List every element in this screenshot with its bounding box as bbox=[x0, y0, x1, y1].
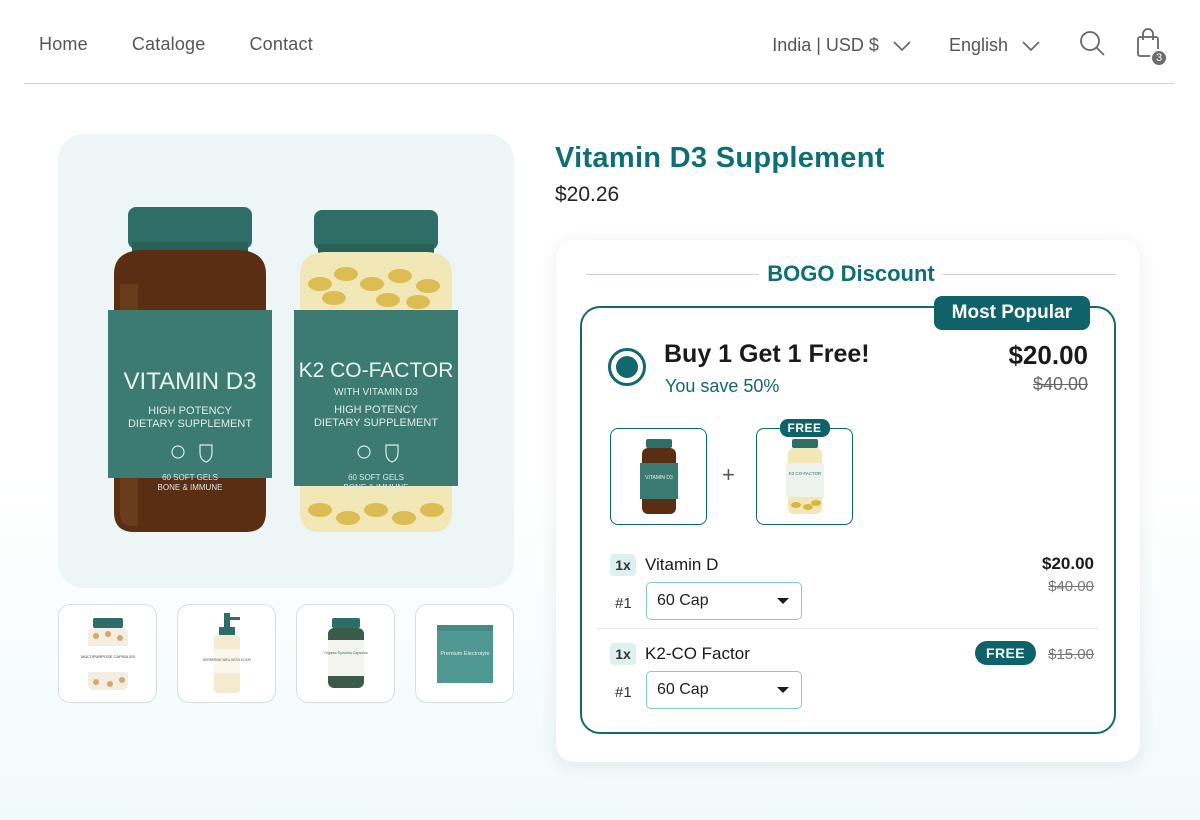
jar2-foot2: BONE & IMMUNE bbox=[344, 483, 409, 492]
variant-select[interactable]: 60 Cap bbox=[646, 671, 802, 709]
item-divider bbox=[596, 628, 1098, 629]
item-compare-price: $15.00 bbox=[1048, 646, 1094, 663]
cart-button[interactable]: 3 bbox=[1136, 27, 1168, 67]
nav-link-cataloge[interactable]: Cataloge bbox=[132, 34, 206, 55]
variant-value: 60 Cap bbox=[657, 592, 709, 609]
quantity-badge: 1x bbox=[610, 643, 636, 665]
bogo-discount-card: BOGO Discount Most Popular Buy 1 Get 1 F… bbox=[556, 240, 1140, 762]
k2-cofactor-jar: K2 CO-FACTOR WITH VITAMIN D3 HIGH POTENC… bbox=[294, 210, 458, 532]
main-nav: Home Cataloge Contact bbox=[39, 34, 357, 55]
offer-compare-price: $40.00 bbox=[1032, 374, 1088, 394]
jar1-foot1: 60 SOFT GELS bbox=[162, 473, 218, 482]
item-compare-price: $40.00 bbox=[1048, 578, 1094, 595]
product-price: $20.26 bbox=[555, 183, 620, 206]
bogo-heading-row: BOGO Discount bbox=[586, 260, 1117, 288]
bundle-image-k2-cofactor: FREE K2 CO-FACTOR bbox=[756, 419, 853, 525]
free-pill: FREE bbox=[975, 641, 1036, 665]
caret-down-icon bbox=[777, 598, 789, 604]
jar1-line2: DIETARY SUPPLEMENT bbox=[128, 418, 252, 430]
vitamin-d3-jar: VITAMIN D3 HIGH POTENCY DIETARY SUPPLEME… bbox=[108, 207, 272, 532]
divider-line bbox=[586, 273, 760, 275]
bundle-image-vitamin-d3: VITAMIN D3 bbox=[610, 428, 707, 525]
item-number: #1 bbox=[615, 595, 632, 612]
most-popular-badge: Most Popular bbox=[933, 296, 1090, 330]
thumb3-label: Organic Spirulina Capsules bbox=[324, 651, 368, 655]
product-main-image[interactable]: VITAMIN D3 HIGH POTENCY DIETARY SUPPLEME… bbox=[58, 134, 514, 588]
item-name: K2-CO Factor bbox=[645, 644, 750, 663]
jar1-line1: HIGH POTENCY bbox=[148, 405, 232, 417]
search-icon bbox=[1078, 29, 1106, 62]
chevron-down-icon bbox=[1022, 35, 1040, 56]
thumbnail-multipurpose-capsules[interactable]: MULTIPURPOSE CAPSULES bbox=[58, 604, 157, 703]
offer-radio-selected[interactable] bbox=[608, 348, 646, 386]
offer-title: Buy 1 Get 1 Free! bbox=[664, 340, 870, 368]
jar2-line1: HIGH POTENCY bbox=[334, 404, 418, 416]
caret-down-icon bbox=[777, 687, 789, 693]
language-label: English bbox=[948, 34, 1008, 55]
currency-selector[interactable]: India | USD $ bbox=[772, 35, 911, 56]
jar1-title: VITAMIN D3 bbox=[124, 368, 257, 395]
cart-count-badge: 3 bbox=[1150, 48, 1168, 67]
jar2-line2: DIETARY SUPPLEMENT bbox=[314, 417, 438, 429]
jar2-sub: WITH VITAMIN D3 bbox=[334, 387, 418, 398]
quantity-badge: 1x bbox=[610, 554, 636, 576]
offer-price: $20.00 bbox=[1008, 340, 1088, 370]
offer-savings: You save 50% bbox=[665, 376, 780, 396]
product-title: Vitamin D3 Supplement bbox=[555, 142, 885, 174]
jar2-foot1: 60 SOFT GELS bbox=[348, 473, 404, 482]
bogo-heading: BOGO Discount bbox=[767, 261, 935, 286]
plus-sign: + bbox=[722, 462, 735, 487]
thumb1-label: MULTIPURPOSE CAPSULES bbox=[81, 654, 135, 659]
nav-link-home[interactable]: Home bbox=[39, 34, 88, 55]
thumbnail-spirulina-capsules[interactable]: Organic Spirulina Capsules bbox=[296, 604, 395, 703]
thumbnail-strip: MULTIPURPOSE CAPSULES BERBERINE WELLNESS… bbox=[58, 604, 514, 703]
nav-utilities: India | USD $ English 3 bbox=[772, 26, 1168, 67]
item-price: $20.00 bbox=[1042, 554, 1094, 573]
radio-dot bbox=[616, 356, 638, 378]
free-tag: FREE bbox=[779, 419, 830, 437]
nav-link-contact[interactable]: Contact bbox=[249, 34, 312, 55]
chevron-down-icon bbox=[893, 35, 911, 56]
jar1-foot2: BONE & IMMUNE bbox=[158, 483, 223, 492]
divider-line bbox=[942, 273, 1117, 275]
top-navigation: Home Cataloge Contact India | USD $ Engl… bbox=[0, 0, 1200, 84]
thumbnail-premium-electrolyte[interactable]: Premium Electrolyte bbox=[415, 604, 514, 703]
search-button[interactable] bbox=[1078, 29, 1106, 62]
variant-select[interactable]: 60 Cap bbox=[646, 582, 802, 620]
bundle1-label: VITAMIN D3 bbox=[645, 475, 673, 481]
thumb4-label: Premium Electrolyte bbox=[440, 651, 489, 657]
bundle2-label: K2 CO-FACTOR bbox=[788, 471, 820, 476]
item-name: Vitamin D bbox=[645, 555, 719, 574]
currency-label: India | USD $ bbox=[772, 34, 879, 55]
item-number: #1 bbox=[615, 684, 632, 701]
variant-value: 60 Cap bbox=[657, 681, 709, 698]
bogo-offer-option[interactable]: Most Popular Buy 1 Get 1 Free! You save … bbox=[580, 296, 1116, 734]
language-selector[interactable]: English bbox=[949, 35, 1040, 56]
header-divider bbox=[24, 83, 1174, 84]
thumb2-label: BERBERINE WELLNESS ELIXIR bbox=[203, 658, 251, 662]
jar2-title: K2 CO-FACTOR bbox=[299, 359, 454, 382]
thumbnail-berberine-elixir[interactable]: BERBERINE WELLNESS ELIXIR bbox=[177, 604, 276, 703]
